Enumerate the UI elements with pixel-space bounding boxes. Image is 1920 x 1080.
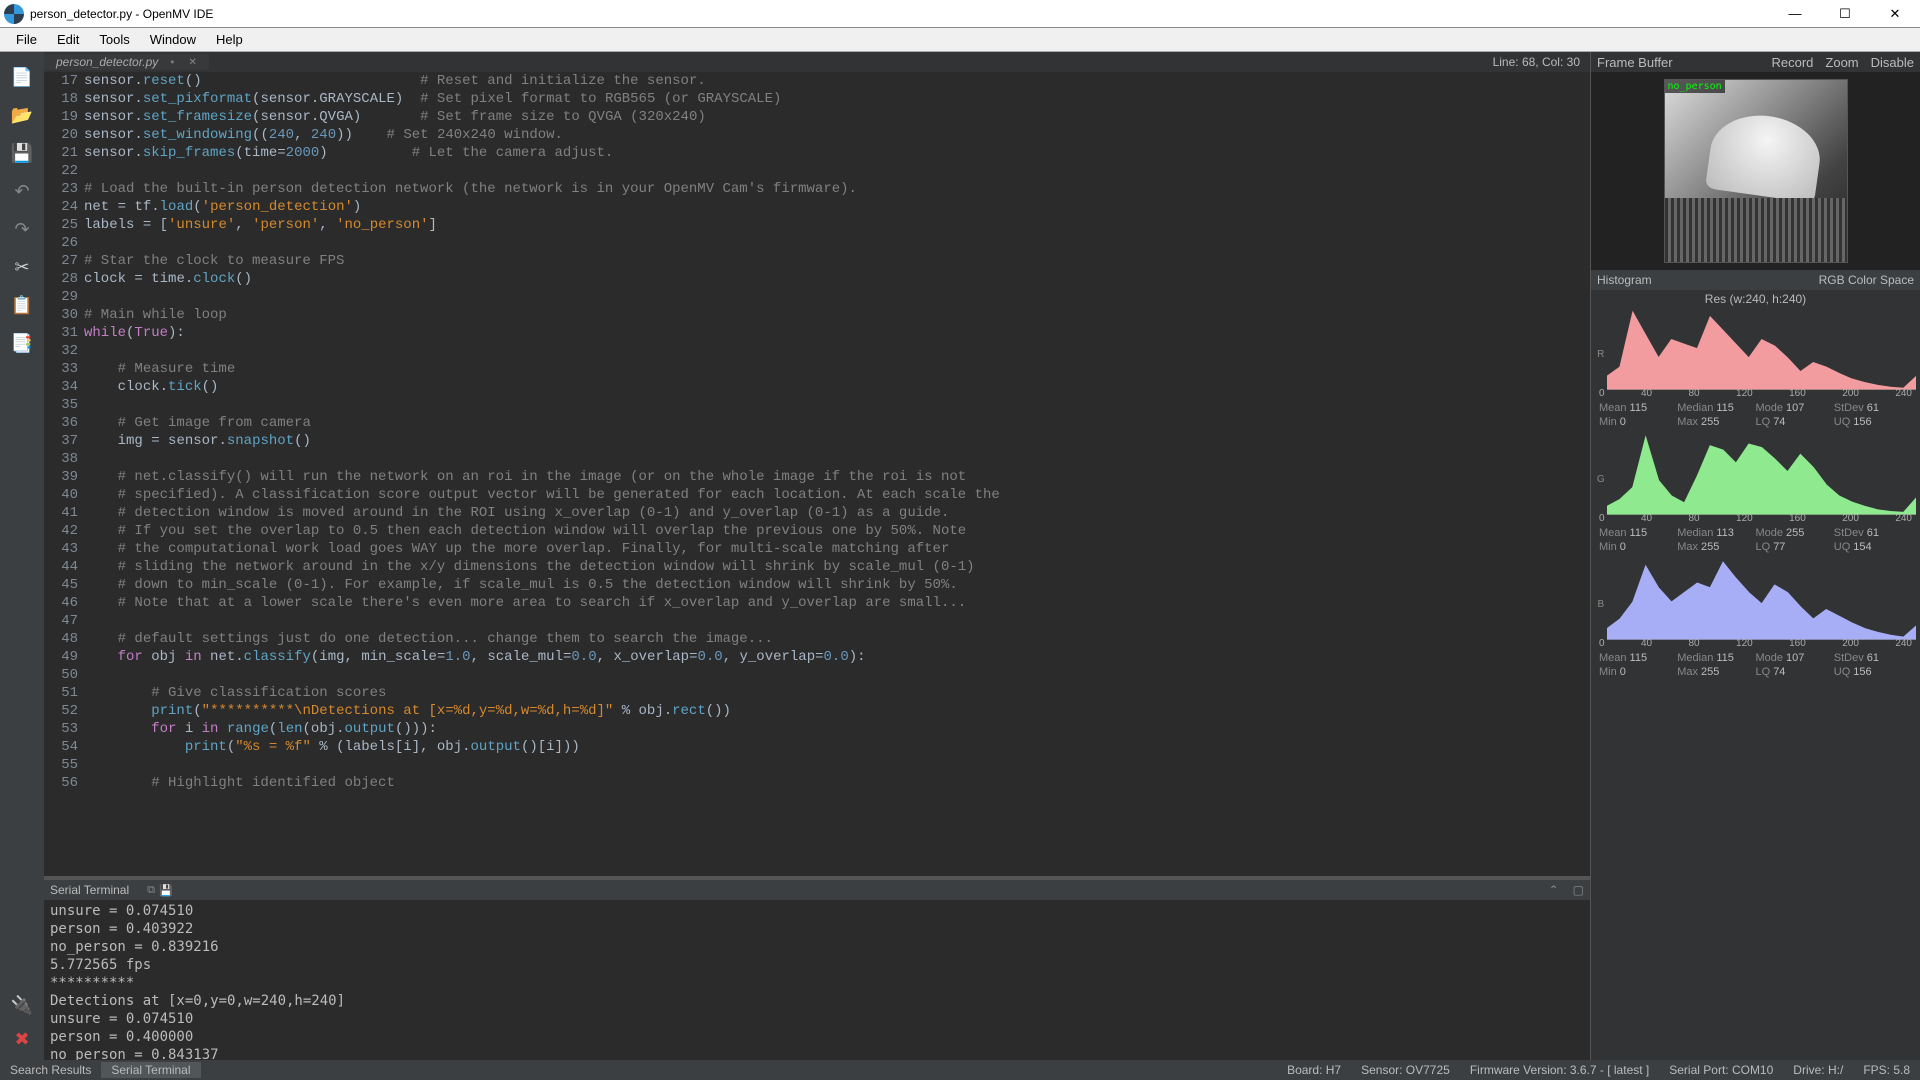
- cut-icon[interactable]: ✂: [8, 254, 36, 280]
- menu-window[interactable]: Window: [140, 30, 206, 49]
- histogram-title: Histogram: [1597, 273, 1652, 287]
- histogram-resolution: Res (w:240, h:240): [1591, 290, 1920, 308]
- serial-terminal-title: Serial Terminal: [50, 883, 129, 897]
- status-firmware[interactable]: Firmware Version: 3.6.7 - [ latest ]: [1460, 1063, 1659, 1077]
- cursor-position: Line: 68, Col: 30: [209, 55, 1590, 69]
- tab-filename: person_detector.py: [56, 55, 158, 69]
- framebuffer-zoom[interactable]: Zoom: [1825, 55, 1858, 70]
- status-fps: FPS: 5.8: [1853, 1063, 1920, 1077]
- framebuffer-image[interactable]: no_person: [1591, 72, 1920, 270]
- histogram-colorspace[interactable]: RGB Color Space: [1819, 273, 1914, 287]
- line-gutter: 17 18 19 20 21 22 23 24 25 26 27 28 29 3…: [44, 72, 84, 876]
- histogram-chart: [1607, 433, 1916, 515]
- status-board[interactable]: Board: H7: [1277, 1063, 1351, 1077]
- histogram-channel-label: G: [1595, 474, 1607, 515]
- redo-icon[interactable]: ↷: [8, 216, 36, 242]
- terminal-copy-icon[interactable]: ⧉: [147, 884, 155, 897]
- histogram-chart: [1607, 558, 1916, 640]
- histogram-stats: Mean115Median115Mode107StDev61Min0Max255…: [1595, 649, 1916, 681]
- code-editor[interactable]: 17 18 19 20 21 22 23 24 25 26 27 28 29 3…: [44, 72, 1590, 876]
- titlebar: person_detector.py - OpenMV IDE — ☐ ✕: [0, 0, 1920, 28]
- framebuffer-content: [1705, 109, 1825, 204]
- app-icon: [4, 4, 24, 24]
- statusbar: Search Results Serial Terminal Board: H7…: [0, 1060, 1920, 1080]
- histogram-stats: Mean115Median113Mode255StDev61Min0Max255…: [1595, 524, 1916, 556]
- connect-icon[interactable]: 🔌: [8, 992, 36, 1018]
- editor-tabbar: person_detector.py • ✕ Line: 68, Col: 30: [44, 52, 1590, 72]
- code-area[interactable]: sensor.reset() # Reset and initialize th…: [84, 72, 1590, 876]
- new-file-icon[interactable]: 📄: [8, 64, 36, 90]
- bottom-tab-search[interactable]: Search Results: [0, 1062, 101, 1078]
- histogram-r: R04080120160200240Mean115Median115Mode10…: [1591, 308, 1920, 433]
- bottom-tab-serial[interactable]: Serial Terminal: [101, 1062, 200, 1078]
- serial-terminal-output[interactable]: unsure = 0.074510 person = 0.403922 no_p…: [44, 900, 1590, 1060]
- framebuffer-label: no_person: [1665, 80, 1725, 93]
- terminal-collapse-icon[interactable]: ⌃: [1549, 883, 1559, 897]
- menu-help[interactable]: Help: [206, 30, 253, 49]
- framebuffer-title: Frame Buffer: [1597, 55, 1673, 70]
- menubar: File Edit Tools Window Help: [0, 28, 1920, 52]
- histogram-b: B04080120160200240Mean115Median115Mode10…: [1591, 558, 1920, 683]
- save-file-icon[interactable]: 💾: [8, 140, 36, 166]
- status-port[interactable]: Serial Port: COM10: [1659, 1063, 1783, 1077]
- status-sensor[interactable]: Sensor: OV7725: [1351, 1063, 1460, 1077]
- stop-icon[interactable]: ✖: [8, 1026, 36, 1052]
- histogram-g: G04080120160200240Mean115Median113Mode25…: [1591, 433, 1920, 558]
- menu-edit[interactable]: Edit: [47, 30, 89, 49]
- open-file-icon[interactable]: 📂: [8, 102, 36, 128]
- window-controls: — ☐ ✕: [1782, 4, 1908, 24]
- close-button[interactable]: ✕: [1882, 4, 1908, 24]
- menu-tools[interactable]: Tools: [89, 30, 139, 49]
- histogram-stats: Mean115Median115Mode107StDev61Min0Max255…: [1595, 399, 1916, 431]
- copy-icon[interactable]: 📋: [8, 292, 36, 318]
- histogram-channel-label: B: [1595, 599, 1607, 640]
- toolbar-left: 📄 📂 💾 ↶ ↷ ✂ 📋 📑 🔌 ✖: [0, 52, 44, 1060]
- tab-close-icon[interactable]: ✕: [187, 57, 199, 68]
- undo-icon[interactable]: ↶: [8, 178, 36, 204]
- tab-file[interactable]: person_detector.py • ✕: [44, 54, 209, 70]
- terminal-close-icon[interactable]: ▢: [1573, 883, 1584, 897]
- histogram-chart: [1607, 308, 1916, 390]
- right-panel: Frame Buffer Record Zoom Disable no_pers…: [1590, 52, 1920, 1060]
- terminal-save-icon[interactable]: 💾: [159, 884, 173, 897]
- status-drive[interactable]: Drive: H:/: [1783, 1063, 1853, 1077]
- window-title: person_detector.py - OpenMV IDE: [30, 7, 1782, 21]
- minimize-button[interactable]: —: [1782, 4, 1808, 24]
- paste-icon[interactable]: 📑: [8, 330, 36, 356]
- framebuffer-disable[interactable]: Disable: [1871, 55, 1914, 70]
- bottom-panel: Serial Terminal ⧉ 💾 ⌃ ▢ unsure = 0.07451…: [44, 880, 1590, 1060]
- histogram-container: R04080120160200240Mean115Median115Mode10…: [1591, 308, 1920, 683]
- histogram-channel-label: R: [1595, 349, 1607, 390]
- menu-file[interactable]: File: [6, 30, 47, 49]
- framebuffer-record[interactable]: Record: [1771, 55, 1813, 70]
- maximize-button[interactable]: ☐: [1832, 4, 1858, 24]
